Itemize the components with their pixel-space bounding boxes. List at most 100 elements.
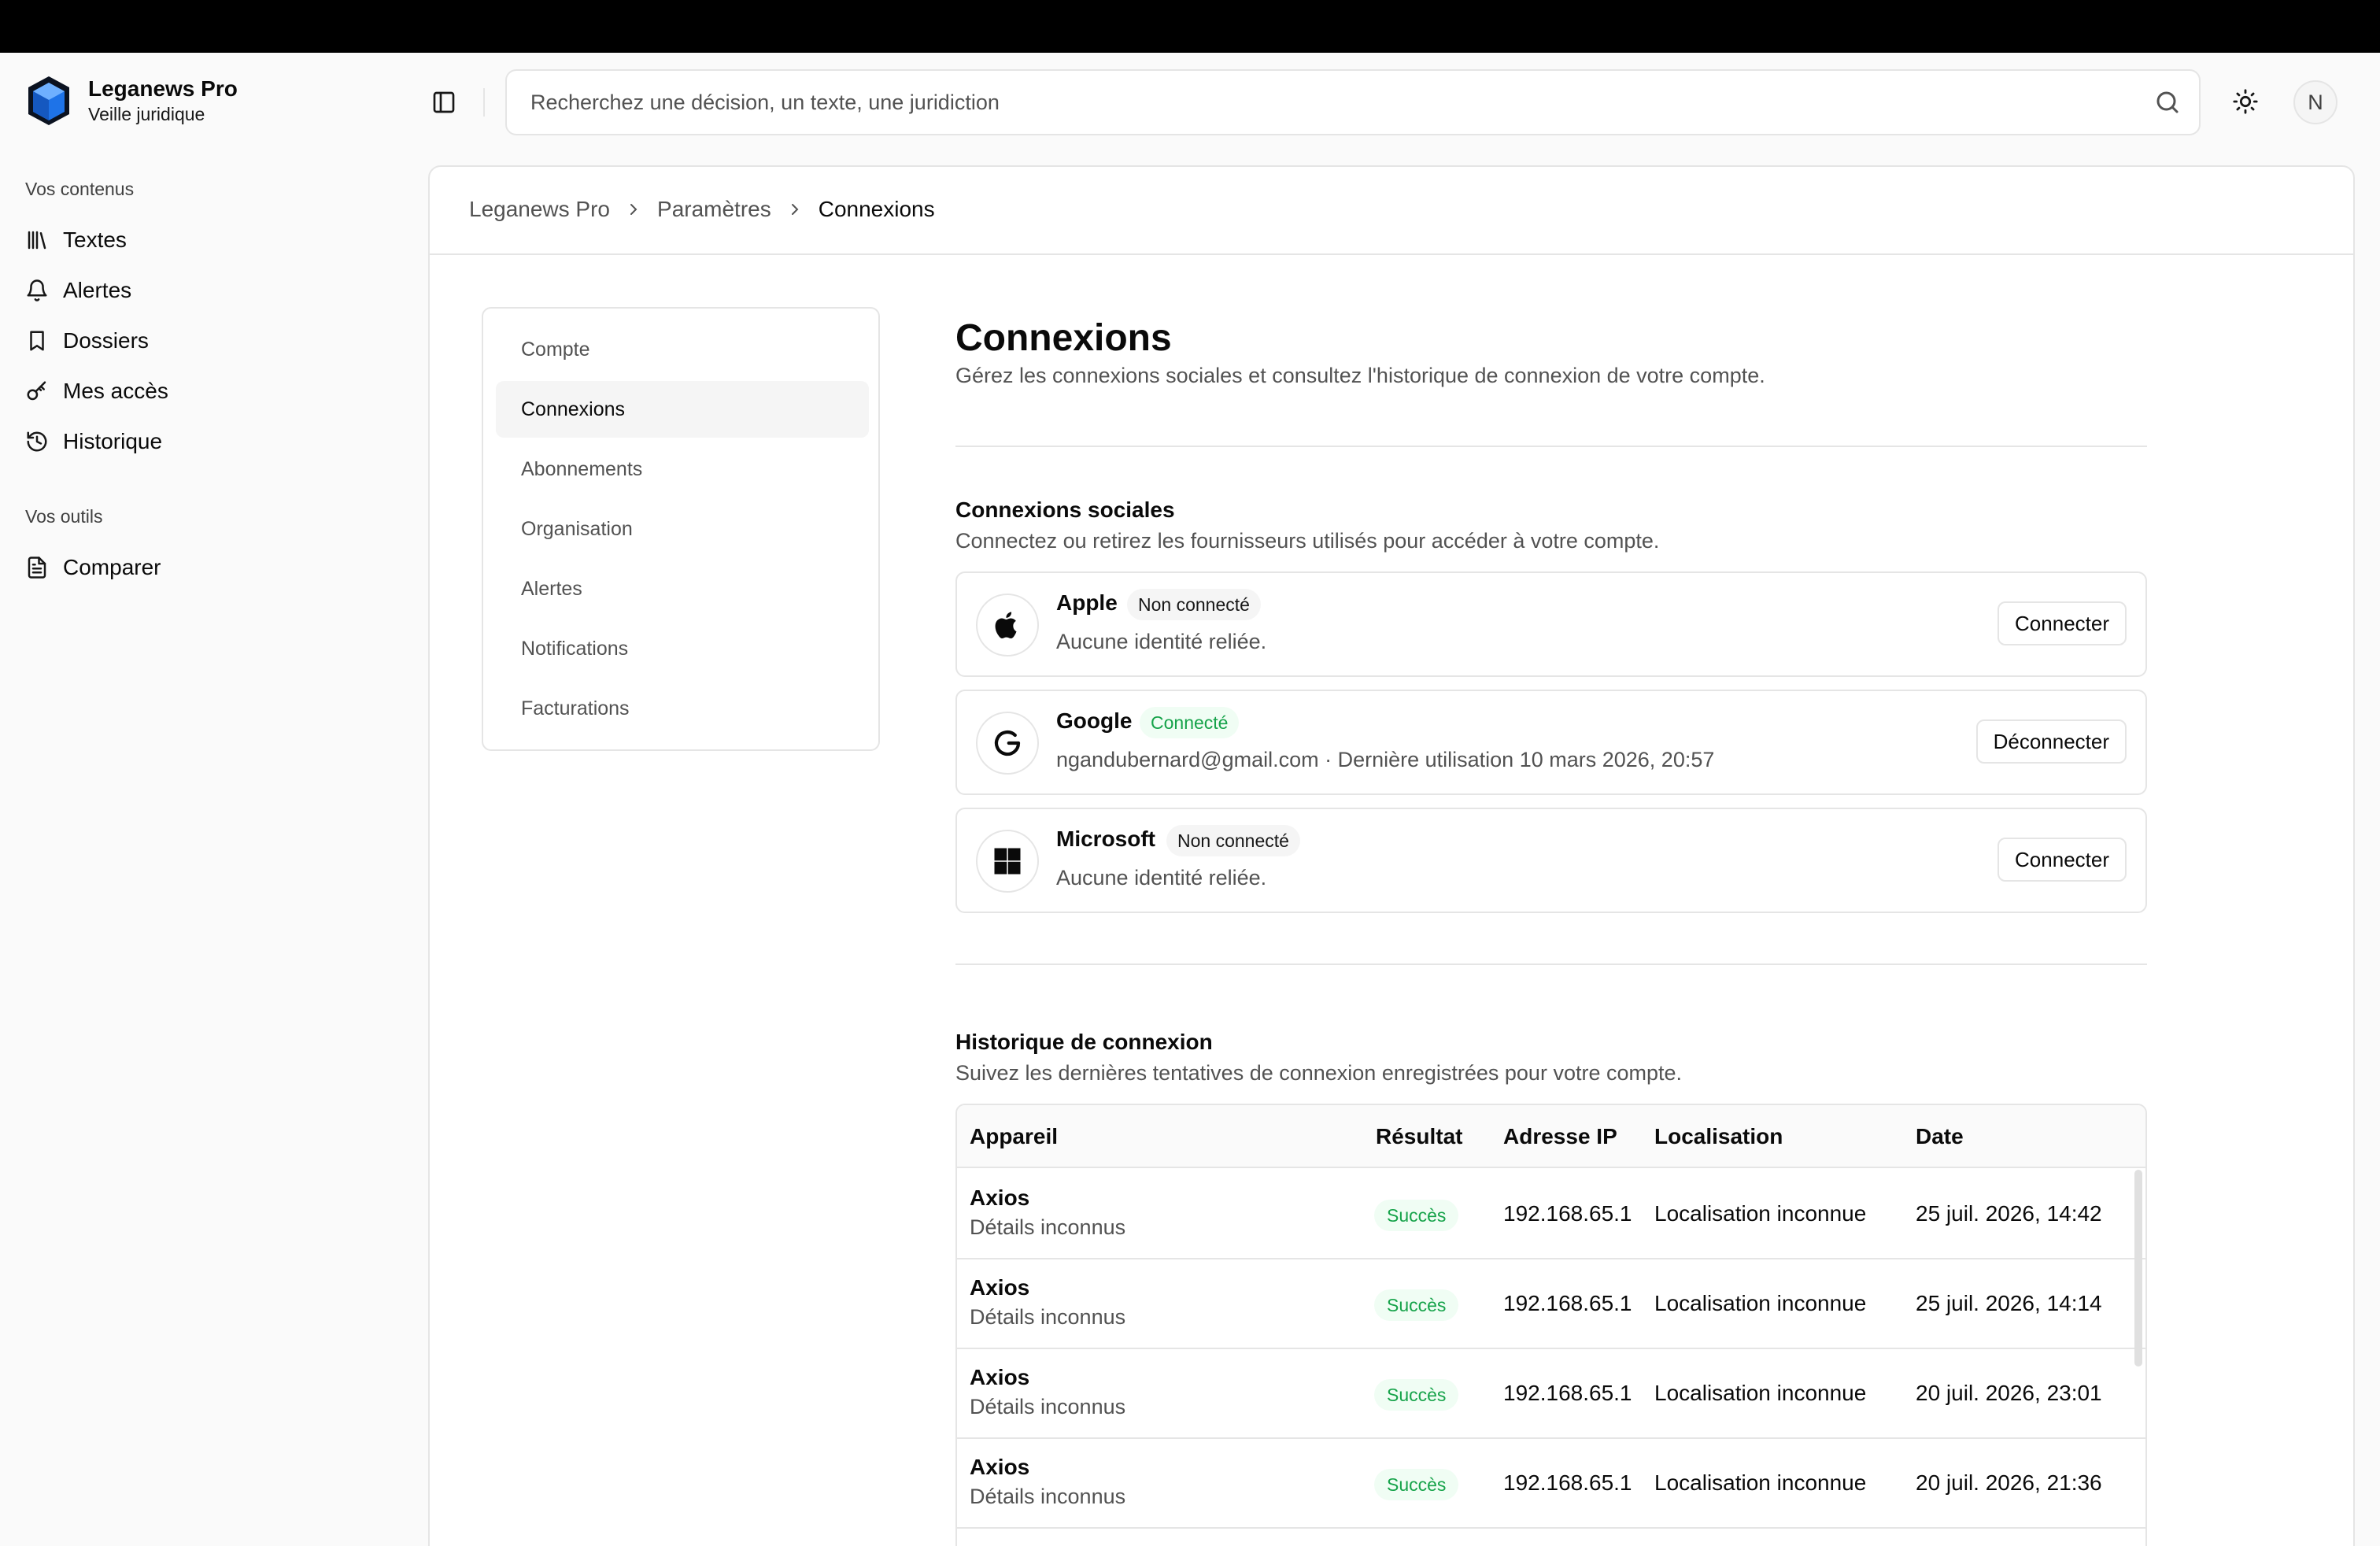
search-input[interactable] — [530, 71, 2136, 134]
result-badge: Succès — [1374, 1379, 1459, 1411]
theme-toggle-button[interactable] — [2227, 83, 2264, 120]
provider-name: Microsoft — [1056, 827, 1155, 851]
status-badge: Non connecté — [1127, 589, 1261, 620]
sidebar-item-label: Comparer — [63, 555, 161, 579]
bookmark-icon — [24, 327, 50, 354]
settings-nav-organisation[interactable]: Organisation — [496, 501, 869, 557]
sidebar-item-mes-acces[interactable]: Mes accès — [24, 372, 386, 410]
table-header: Appareil Résultat Adresse IP Localisatio… — [957, 1105, 2145, 1168]
breadcrumb-item-current: Connexions — [818, 197, 935, 221]
search-bar[interactable] — [505, 69, 2201, 135]
brand-subtitle: Veille juridique — [88, 104, 205, 124]
device-details: Détails inconnus — [970, 1485, 1126, 1508]
status-badge: Connecté — [1140, 707, 1240, 738]
settings-nav-connexions[interactable]: Connexions — [496, 381, 869, 438]
history-section-title: Historique de connexion — [955, 1030, 1213, 1054]
settings-nav-notifications[interactable]: Notifications — [496, 620, 869, 677]
device-name: Axios — [970, 1365, 1030, 1389]
date: 25 juil. 2026, 14:42 — [1916, 1201, 2102, 1226]
location: Localisation inconnue — [1654, 1381, 1867, 1405]
divider — [955, 446, 2147, 447]
result-badge: Succès — [1374, 1289, 1459, 1321]
column-header-date: Date — [1916, 1124, 1964, 1148]
avatar[interactable]: N — [2293, 80, 2338, 124]
provider-description: ngandubernard@gmail.com · Dernière utili… — [1056, 748, 1715, 771]
sidebar-item-dossiers[interactable]: Dossiers — [24, 322, 386, 360]
sidebar: Leganews Pro Veille juridique Vos conten… — [0, 53, 409, 1546]
key-icon — [24, 378, 50, 405]
google-icon — [976, 712, 1039, 775]
sidebar-item-historique[interactable]: Historique — [24, 423, 386, 460]
location: Localisation inconnue — [1654, 1201, 1867, 1226]
column-header-appareil: Appareil — [970, 1124, 1059, 1148]
table-row: Axios Détails inconnus Succès 192.168.65… — [957, 1259, 2145, 1349]
date: 20 juil. 2026, 21:36 — [1916, 1470, 2102, 1495]
provider-card-google: Google Connecté ngandubernard@gmail.com … — [955, 690, 2147, 795]
result-badge: Succès — [1374, 1200, 1459, 1231]
settings-nav-alertes[interactable]: Alertes — [496, 560, 869, 617]
divider — [955, 963, 2147, 965]
table-row: Axios Détails inconnus Succès 192.168.65… — [957, 1439, 2145, 1529]
provider-description: Aucune identité reliée. — [1056, 630, 1267, 653]
ip-address: 192.168.65.1 — [1503, 1470, 1632, 1495]
search-icon[interactable] — [2153, 88, 2182, 117]
table-row: Axios Détails inconnus Succès 192.168.65… — [957, 1349, 2145, 1439]
connect-apple-button[interactable]: Connecter — [1998, 601, 2127, 645]
library-icon — [24, 227, 50, 253]
sidebar-item-label: Mes accès — [63, 379, 168, 403]
apple-icon — [976, 594, 1039, 656]
settings-nav: Compte Connexions Abonnements Organisati… — [482, 307, 880, 751]
table-scrollbar[interactable] — [2134, 1170, 2142, 1367]
column-header-resultat: Résultat — [1376, 1124, 1463, 1148]
page-subtitle: Gérez les connexions sociales et consult… — [955, 364, 1765, 387]
chevron-right-icon — [791, 204, 799, 215]
date: 20 juil. 2026, 23:01 — [1916, 1381, 2102, 1405]
disconnect-google-button[interactable]: Déconnecter — [1975, 719, 2127, 764]
sidebar-item-alertes[interactable]: Alertes — [24, 272, 386, 309]
document-icon — [24, 554, 50, 581]
breadcrumb-item-home[interactable]: Leganews Pro — [469, 197, 610, 222]
table-row: Axios Détails inconnus Succès 192.168.65… — [957, 1170, 2145, 1259]
main-panel: Leganews Pro Paramètres Connexions Compt… — [428, 165, 2355, 1546]
page-title: Connexions — [955, 317, 1172, 359]
sidebar-group-label: Vos outils — [25, 506, 103, 527]
brand-logo-icon — [28, 76, 69, 125]
microsoft-icon — [976, 830, 1039, 893]
ip-address: 192.168.65.1 — [1503, 1291, 1632, 1315]
location: Localisation inconnue — [1654, 1470, 1867, 1495]
breadcrumb-item-parametres[interactable]: Paramètres — [657, 197, 771, 222]
sidebar-item-label: Alertes — [63, 278, 132, 302]
toggle-sidebar-button[interactable] — [428, 87, 460, 118]
social-section-title: Connexions sociales — [955, 497, 1175, 522]
ip-address: 192.168.65.1 — [1503, 1201, 1632, 1226]
sidebar-item-textes[interactable]: Textes — [24, 221, 386, 259]
ip-address: 192.168.65.1 — [1503, 1381, 1632, 1405]
breadcrumb-bar: Leganews Pro Paramètres Connexions — [430, 167, 2353, 255]
history-table: Appareil Résultat Adresse IP Localisatio… — [955, 1104, 2147, 1546]
header-separator — [483, 88, 485, 117]
device-name: Axios — [970, 1455, 1030, 1479]
brand-name: Leganews Pro — [88, 76, 238, 101]
settings-nav-abonnements[interactable]: Abonnements — [496, 441, 869, 497]
device-details: Détails inconnus — [970, 1395, 1126, 1418]
status-badge: Non connecté — [1166, 825, 1300, 856]
settings-nav-facturations[interactable]: Facturations — [496, 680, 869, 737]
settings-nav-compte[interactable]: Compte — [496, 321, 869, 378]
device-name: Axios — [970, 1185, 1030, 1210]
brand[interactable]: Leganews Pro Veille juridique — [27, 75, 238, 127]
connect-microsoft-button[interactable]: Connecter — [1998, 838, 2127, 882]
column-header-ip: Adresse IP — [1503, 1124, 1617, 1148]
sidebar-item-comparer[interactable]: Comparer — [24, 549, 386, 586]
breadcrumb: Leganews Pro Paramètres Connexions — [469, 197, 935, 222]
device-details: Détails inconnus — [970, 1215, 1126, 1239]
sidebar-item-label: Dossiers — [63, 328, 149, 353]
chevron-right-icon — [630, 204, 638, 215]
provider-name: Apple — [1056, 590, 1118, 615]
history-icon — [24, 428, 50, 455]
provider-description: Aucune identité reliée. — [1056, 866, 1267, 890]
sidebar-item-label: Historique — [63, 429, 163, 453]
device-details: Détails inconnus — [970, 1305, 1126, 1329]
date: 25 juil. 2026, 14:14 — [1916, 1291, 2102, 1315]
result-badge: Succès — [1374, 1469, 1459, 1500]
provider-card-microsoft: Microsoft Non connecté Aucune identité r… — [955, 808, 2147, 913]
